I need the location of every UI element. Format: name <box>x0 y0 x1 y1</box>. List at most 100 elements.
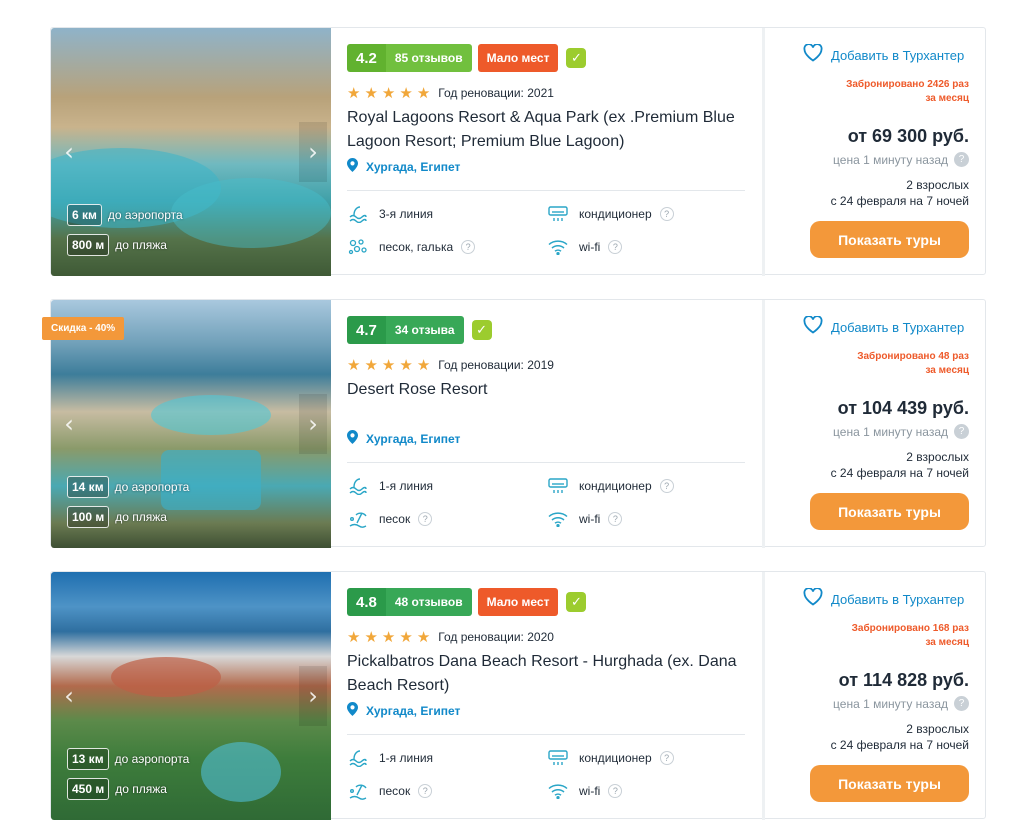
airport-distance: 13 км до аэропорта <box>67 748 189 770</box>
add-to-favorites-link[interactable]: Добавить в Турхантер <box>803 587 964 611</box>
hotel-card: ‹ › 6 км до аэропорта 800 м до пляжа 4.2… <box>50 27 987 276</box>
chevron-right-icon: › <box>308 682 318 710</box>
booked-period-line: за месяц <box>925 93 969 104</box>
renovation-prefix: Год реновации: <box>438 358 524 372</box>
hotel-location[interactable]: Хургада, Египет <box>347 430 460 447</box>
next-photo-arrow-icon[interactable]: › <box>299 666 327 726</box>
photo-pool-shape <box>151 395 271 435</box>
feature-ac-text: кондиционер <box>579 751 652 765</box>
hotel-info: 4.8 48 отзывов Мало мест ✓ ★ ★ ★ ★ ★ Год… <box>347 572 745 820</box>
help-icon[interactable]: ? <box>659 207 674 221</box>
hotel-location[interactable]: Хургада, Египет <box>347 158 460 175</box>
prev-photo-arrow-icon[interactable]: ‹ <box>55 122 83 182</box>
airport-distance-value: 13 км <box>67 748 109 770</box>
hotel-photo[interactable]: ‹ › 13 км до аэропорта 450 м до пляжа <box>51 572 331 820</box>
reviews-count: 85 отзывов <box>385 44 472 72</box>
help-icon[interactable]: ? <box>608 512 623 526</box>
tour-params: 2 взрослых с 24 февраля на 7 ночей <box>831 177 969 209</box>
beach-distance: 450 м до пляжа <box>67 778 167 800</box>
waves-icon <box>347 476 369 496</box>
rating-badge[interactable]: 4.7 34 отзыва <box>347 316 464 344</box>
help-icon[interactable]: ? <box>954 424 969 439</box>
rating-badge[interactable]: 4.8 48 отзывов <box>347 588 472 616</box>
chevron-right-icon: › <box>308 410 318 438</box>
airport-distance-label: до аэропорта <box>114 480 190 494</box>
price-updated: цена 1 минуту назад ? <box>833 424 969 439</box>
booked-count-line: Забронировано 2426 раз <box>846 79 969 90</box>
help-icon[interactable]: ? <box>608 784 623 798</box>
hotel-card: ‹ › 13 км до аэропорта 450 м до пляжа 4.… <box>50 571 986 820</box>
rating-score: 4.8 <box>347 588 386 616</box>
help-icon[interactable]: ? <box>608 240 623 254</box>
star-icon: ★ <box>416 84 431 102</box>
location-text: Хургада, Египет <box>366 703 461 718</box>
add-to-favorites-link[interactable]: Добавить в Турхантер <box>803 43 964 67</box>
price-amount: от 104 439 руб. <box>837 398 969 418</box>
heart-icon <box>803 587 823 611</box>
divider <box>347 190 745 191</box>
help-icon[interactable]: ? <box>954 696 969 711</box>
hotel-location[interactable]: Хургада, Египет <box>347 702 460 719</box>
price-updated: цена 1 минуту назад ? <box>833 696 969 711</box>
booked-period-line: за месяц <box>925 637 969 648</box>
prev-photo-arrow-icon[interactable]: ‹ <box>55 666 83 726</box>
help-icon[interactable]: ? <box>461 240 476 254</box>
booked-period-line: за месяц <box>925 365 969 376</box>
beach-distance-label: до пляжа <box>115 510 167 524</box>
air-conditioner-icon <box>547 204 569 224</box>
feature-beach-line: 1-я линия <box>347 476 433 496</box>
star-icon: ★ <box>381 356 396 374</box>
renovation-prefix: Год реновации: <box>438 86 524 100</box>
booked-count-line: Забронировано 48 раз <box>857 351 969 362</box>
help-icon[interactable]: ? <box>418 512 433 526</box>
hotel-info: 4.2 85 отзывов Мало мест ✓ ★ ★ ★ ★ ★ Год… <box>347 28 745 276</box>
price-updated-text: цена 1 минуту назад <box>833 424 948 439</box>
star-icon: ★ <box>381 628 396 646</box>
price-panel: Добавить в Турхантер Забронировано 48 ра… <box>762 300 987 548</box>
feature-wifi-text: wi-fi <box>579 240 601 254</box>
help-icon[interactable]: ? <box>954 152 969 167</box>
price-panel: Добавить в Турхантер Забронировано 2426 … <box>762 28 987 276</box>
next-photo-arrow-icon[interactable]: › <box>299 394 327 454</box>
hotel-name-link[interactable]: Royal Lagoons Resort & Aqua Park (ex .Pr… <box>347 106 737 154</box>
tour-params: 2 взрослых с 24 февраля на 7 ночей <box>831 721 969 753</box>
add-to-favorites-link[interactable]: Добавить в Турхантер <box>803 315 964 339</box>
airport-distance-value: 6 км <box>67 204 102 226</box>
chevron-left-icon: ‹ <box>64 410 74 438</box>
feature-ac: кондиционер ? <box>547 476 674 496</box>
renovation-year: 2021 <box>527 86 554 100</box>
help-icon[interactable]: ? <box>659 751 674 765</box>
beach-distance-value: 100 м <box>67 506 110 528</box>
airport-distance-label: до аэропорта <box>107 208 183 222</box>
hotel-photo[interactable]: ‹ › 6 км до аэропорта 800 м до пляжа <box>51 28 331 276</box>
show-tours-button[interactable]: Показать туры <box>810 493 969 530</box>
help-icon[interactable]: ? <box>418 784 433 798</box>
verified-check-icon: ✓ <box>566 48 587 68</box>
star-icon: ★ <box>399 628 413 646</box>
feature-ac-text: кондиционер <box>579 207 652 221</box>
rating-badge[interactable]: 4.2 85 отзывов <box>347 44 472 72</box>
show-tours-button[interactable]: Показать туры <box>810 221 969 258</box>
reviews-count: 48 отзывов <box>385 588 472 616</box>
beach-distance-label: до пляжа <box>115 782 167 796</box>
hotel-name-link[interactable]: Desert Rose Resort <box>347 378 737 402</box>
tour-travellers: 2 взрослых <box>906 722 969 736</box>
help-icon[interactable]: ? <box>659 479 674 493</box>
hotel-name-link[interactable]: Pickalbatros Dana Beach Resort - Hurghad… <box>347 650 737 698</box>
chevron-left-icon: ‹ <box>64 138 74 166</box>
divider <box>347 462 745 463</box>
prev-photo-arrow-icon[interactable]: ‹ <box>55 394 83 454</box>
beach-distance: 800 м до пляжа <box>67 234 167 256</box>
sand-pebbles-icon <box>347 237 369 257</box>
show-tours-button[interactable]: Показать туры <box>810 765 969 802</box>
airport-distance-value: 14 км <box>67 476 109 498</box>
beach-distance-value: 450 м <box>67 778 110 800</box>
star-icon: ★ <box>347 356 361 374</box>
location-pin-icon <box>347 430 358 447</box>
wifi-icon <box>547 509 569 529</box>
star-icon: ★ <box>399 356 413 374</box>
tour-dates: с 24 февраля на 7 ночей <box>830 738 969 752</box>
feature-beach-text: песок, галька <box>379 240 454 254</box>
sand-beach-icon <box>347 781 369 801</box>
next-photo-arrow-icon[interactable]: › <box>299 122 327 182</box>
